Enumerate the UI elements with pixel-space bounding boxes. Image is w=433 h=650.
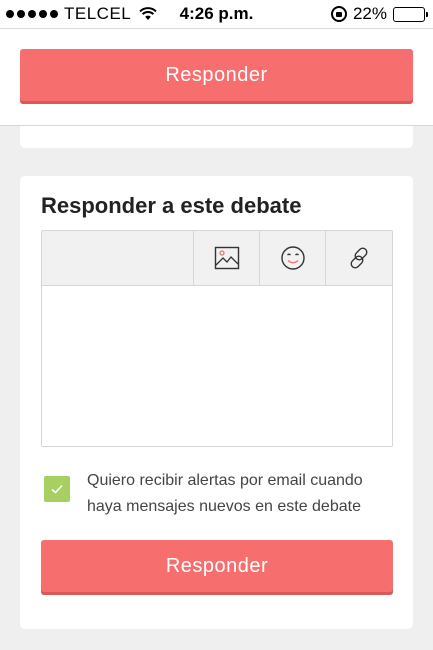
checkmark-icon <box>51 484 63 494</box>
emoji-icon <box>280 246 305 270</box>
editor-toolbar <box>42 231 392 286</box>
status-right: 22% <box>330 4 428 24</box>
reply-form-title: Responder a este debate <box>41 193 302 218</box>
submit-reply-button[interactable]: Responder <box>41 540 393 592</box>
top-panel: Responder <box>0 28 433 126</box>
status-bar: TELCEL 4:26 p.m. 22% <box>0 0 433 28</box>
reply-textarea[interactable] <box>42 286 392 446</box>
email-alerts-label[interactable]: Quiero recibir alertas por email cuando … <box>87 468 387 520</box>
email-alerts-checkbox[interactable] <box>44 476 70 502</box>
reply-button-top[interactable]: Responder <box>20 49 413 101</box>
reply-card: Responder a este debate Quiero recibir a… <box>20 176 413 629</box>
rotation-lock-icon <box>330 6 347 22</box>
reply-editor <box>41 230 393 447</box>
previous-card-bottom <box>20 126 413 148</box>
image-icon <box>214 246 239 270</box>
link-icon <box>350 247 367 269</box>
battery-percent: 22% <box>352 4 387 23</box>
insert-image-button[interactable] <box>193 231 259 285</box>
insert-link-button[interactable] <box>325 231 391 285</box>
battery-icon <box>393 6 428 22</box>
insert-emoji-button[interactable] <box>259 231 325 285</box>
